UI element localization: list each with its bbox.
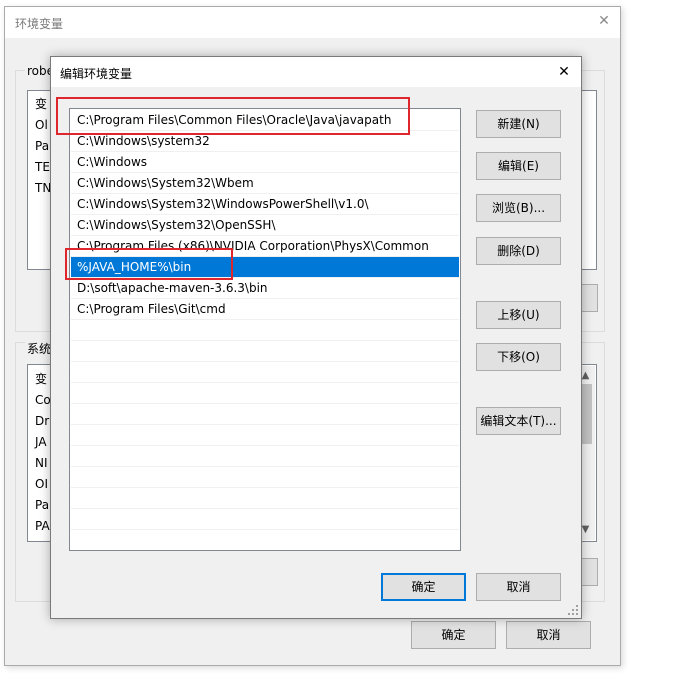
new-button[interactable]: 新建(N) [476,110,561,138]
path-list-item[interactable]: D:\soft\apache-maven-3.6.3\bin [71,278,459,299]
outer-titlebar: 环境变量 ✕ [5,7,620,38]
system-variable-row[interactable]: 变 [35,369,47,390]
path-list-item[interactable]: C:\Windows\System32\Wbem [71,173,459,194]
system-variables-button-partial[interactable] [580,558,598,586]
user-variable-row[interactable]: TN [35,178,51,199]
system-variable-row[interactable]: Pa [35,495,49,516]
path-list-empty-row[interactable] [71,362,459,383]
user-variable-row[interactable]: Pa [35,136,49,157]
path-list-empty-row[interactable] [71,530,459,550]
close-icon[interactable]: ✕ [555,63,573,81]
outer-cancel-button[interactable]: 取消 [506,621,591,649]
outer-close-icon[interactable]: ✕ [596,13,612,29]
annotation-box-java-home [65,248,233,280]
system-variables-group-label: 系统 [25,340,54,357]
resize-grip-icon[interactable] [568,605,578,615]
system-variable-row[interactable]: OI [35,474,48,495]
user-variable-row[interactable]: 变 [35,94,47,115]
path-list-empty-row[interactable] [71,446,459,467]
user-variable-row[interactable]: TE [35,157,50,178]
move-up-button[interactable]: 上移(U) [476,301,561,329]
path-list-empty-row[interactable] [71,488,459,509]
system-variable-row[interactable]: Co [35,390,51,411]
path-list-empty-row[interactable] [71,467,459,488]
user-variable-row[interactable]: Ol [35,115,48,136]
annotation-box-javapath [56,97,410,135]
path-list-empty-row[interactable] [71,509,459,530]
path-list-empty-row[interactable] [71,425,459,446]
outer-ok-button[interactable]: 确定 [411,621,496,649]
path-list[interactable]: C:\Program Files\Common Files\Oracle\Jav… [69,108,461,551]
system-variable-row[interactable]: Dr [35,411,49,432]
outer-dialog-title: 环境变量 [15,17,64,31]
path-list-item[interactable]: C:\Windows\System32\OpenSSH\ [71,215,459,236]
system-variable-row[interactable]: PA [35,516,50,537]
path-list-item[interactable]: C:\Windows [71,152,459,173]
delete-button[interactable]: 删除(D) [476,237,561,265]
path-list-empty-row[interactable] [71,404,459,425]
system-variable-row[interactable]: NI [35,453,48,474]
system-variable-row[interactable]: JA [35,432,47,453]
edit-button[interactable]: 编辑(E) [476,152,561,180]
move-down-button[interactable]: 下移(O) [476,343,561,371]
path-list-item[interactable]: C:\Windows\System32\WindowsPowerShell\v1… [71,194,459,215]
edit-environment-variable-dialog: 编辑环境变量 ✕ C:\Program Files\Common Files\O… [50,56,582,619]
path-list-item[interactable]: C:\Program Files\Git\cmd [71,299,459,320]
browse-button[interactable]: 浏览(B)... [476,194,561,222]
path-list-empty-row[interactable] [71,320,459,341]
path-list-empty-row[interactable] [71,341,459,362]
dialog-title: 编辑环境变量 [60,67,133,81]
path-list-empty-row[interactable] [71,383,459,404]
cancel-button[interactable]: 取消 [476,573,561,601]
ok-button[interactable]: 确定 [381,573,466,601]
edit-text-button[interactable]: 编辑文本(T)... [476,407,561,435]
dialog-titlebar: 编辑环境变量 ✕ [51,57,581,87]
user-variables-button-partial[interactable] [580,284,598,312]
